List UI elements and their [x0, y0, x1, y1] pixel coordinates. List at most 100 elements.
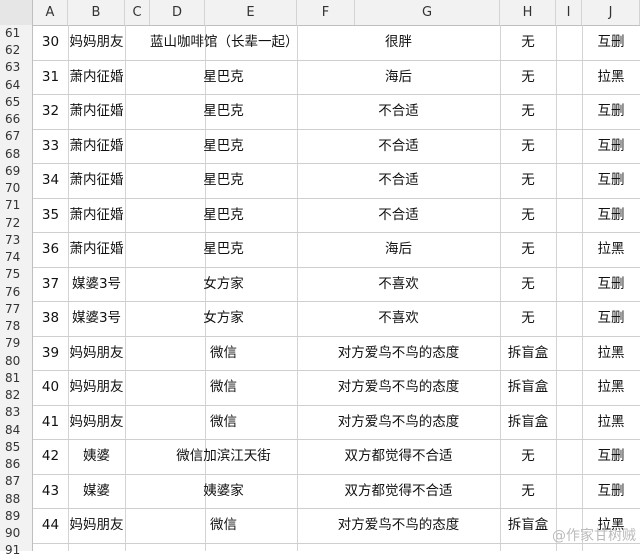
row-number[interactable]: 80	[0, 353, 32, 370]
cell-reason[interactable]: 海后	[297, 60, 500, 95]
cell-result[interactable]: 互删	[582, 267, 640, 302]
cell-index[interactable]: 31	[33, 60, 68, 95]
cell-location[interactable]: 女方家	[150, 267, 297, 302]
cell-gift[interactable]: 无	[500, 25, 556, 60]
row-number[interactable]: 85	[0, 439, 32, 456]
cell-source[interactable]: 萧内征婚	[68, 129, 125, 164]
cell-result[interactable]: 拉黑	[582, 60, 640, 95]
cell-source[interactable]: 萧内征婚	[68, 94, 125, 129]
column-header-b[interactable]: B	[68, 0, 125, 25]
row-number[interactable]: 77	[0, 301, 32, 318]
row-number[interactable]: 83	[0, 404, 32, 421]
row-number[interactable]: 71	[0, 197, 32, 214]
row-number[interactable]: 74	[0, 249, 32, 266]
row-number[interactable]: 73	[0, 232, 32, 249]
cell-result[interactable]: 互删	[582, 301, 640, 336]
cell-result[interactable]: 拉黑	[582, 232, 640, 267]
cell-index[interactable]: 40	[33, 370, 68, 405]
row-number[interactable]: 69	[0, 163, 32, 180]
row-number[interactable]: 64	[0, 77, 32, 94]
cell-result[interactable]: 拉黑	[582, 370, 640, 405]
row-number[interactable]: 63	[0, 59, 32, 76]
cell-index[interactable]: 32	[33, 94, 68, 129]
cell-reason[interactable]: 不合适	[297, 163, 500, 198]
row-number[interactable]: 62	[0, 42, 32, 59]
column-header-a[interactable]: A	[33, 0, 68, 25]
cell-source[interactable]: 妈妈朋友	[68, 370, 125, 405]
cell-reason[interactable]: 很胖	[297, 25, 500, 60]
cell-location[interactable]: 微信加滨江天街	[150, 439, 297, 474]
cell-grid[interactable]: 30 妈妈朋友 蓝山咖啡馆（长辈一起） 很胖无互删 31 萧内征婚 星巴克 海后无拉黑 32 萧内…	[33, 25, 640, 551]
cell-gift[interactable]: 无	[500, 94, 556, 129]
cell-source[interactable]: 妈妈朋友	[68, 336, 125, 371]
cell-reason[interactable]: 海后	[297, 232, 500, 267]
cell-result[interactable]: 互删	[582, 94, 640, 129]
cell-reason[interactable]: 对方爱鸟不鸟的态度	[297, 508, 500, 543]
cell-gift[interactable]: 无	[500, 129, 556, 164]
row-number[interactable]: 72	[0, 215, 32, 232]
column-header-h[interactable]: H	[500, 0, 556, 25]
row-number[interactable]: 82	[0, 387, 32, 404]
row-number[interactable]: 67	[0, 128, 32, 145]
column-header-i[interactable]: I	[556, 0, 582, 25]
cell-index[interactable]: 35	[33, 198, 68, 233]
cell-reason[interactable]: 不喜欢	[297, 267, 500, 302]
row-number[interactable]: 81	[0, 370, 32, 387]
cell-result[interactable]: 互删	[582, 129, 640, 164]
cell-source[interactable]: 萧内征婚	[68, 232, 125, 267]
cell-gift[interactable]: 拆盲盒	[500, 370, 556, 405]
row-number[interactable]: 89	[0, 508, 32, 525]
cell-gift[interactable]: 拆盲盒	[500, 405, 556, 440]
cell-source[interactable]: 姨婆	[68, 439, 125, 474]
cell-index[interactable]: 38	[33, 301, 68, 336]
row-number[interactable]: 65	[0, 94, 32, 111]
row-number[interactable]: 70	[0, 180, 32, 197]
cell-result[interactable]: 互删	[582, 439, 640, 474]
cell-reason[interactable]: 不合适	[297, 129, 500, 164]
cell-source[interactable]: 萧内征婚	[68, 198, 125, 233]
cell-index[interactable]: 34	[33, 163, 68, 198]
cell-location[interactable]: 星巴克	[150, 232, 297, 267]
cell-location[interactable]: 微信	[150, 336, 297, 371]
cell-result[interactable]: 拉黑	[582, 405, 640, 440]
cell-result[interactable]: 互删	[582, 25, 640, 60]
cell-source[interactable]: 媒婆3号	[68, 267, 125, 302]
column-header-f[interactable]: F	[297, 0, 355, 25]
cell-index[interactable]: 42	[33, 439, 68, 474]
cell-location[interactable]: 星巴克	[150, 198, 297, 233]
row-number[interactable]: 84	[0, 422, 32, 439]
column-header-d[interactable]: D	[150, 0, 205, 25]
row-number[interactable]: 61	[0, 25, 32, 42]
cell-gift[interactable]: 无	[500, 60, 556, 95]
cell-location[interactable]: 女方家	[150, 301, 297, 336]
cell-gift[interactable]: 无	[500, 301, 556, 336]
row-number[interactable]: 87	[0, 473, 32, 490]
cell-reason[interactable]: 双方都觉得不合适	[297, 439, 500, 474]
cell-source[interactable]: 萧内征婚	[68, 163, 125, 198]
cell-source[interactable]: 媒婆	[68, 474, 125, 509]
cell-reason[interactable]: 不喜欢	[297, 301, 500, 336]
row-number[interactable]: 88	[0, 491, 32, 508]
cell-index[interactable]: 43	[33, 474, 68, 509]
cell-reason[interactable]: 对方爱鸟不鸟的态度	[297, 370, 500, 405]
column-header-j[interactable]: J	[582, 0, 640, 25]
cell-location[interactable]: 姨婆家	[150, 474, 297, 509]
cell-index[interactable]: 33	[33, 129, 68, 164]
cell-location[interactable]: 微信	[150, 370, 297, 405]
cell-gift[interactable]: 拆盲盒	[500, 508, 556, 543]
cell-source[interactable]: 萧内征婚	[68, 60, 125, 95]
cell-result[interactable]: 互删	[582, 163, 640, 198]
cell-gift[interactable]: 无	[500, 439, 556, 474]
cell-result[interactable]: 拉黑	[582, 336, 640, 371]
row-number[interactable]: 90	[0, 525, 32, 542]
cell-result[interactable]: 互删	[582, 198, 640, 233]
cell-index[interactable]: 36	[33, 232, 68, 267]
column-header-c[interactable]: C	[125, 0, 150, 25]
cell-source[interactable]: 媒婆3号	[68, 301, 125, 336]
cell-index[interactable]: 39	[33, 336, 68, 371]
cell-reason[interactable]: 不合适	[297, 94, 500, 129]
cell-location[interactable]: 星巴克	[150, 129, 297, 164]
cell-location[interactable]: 蓝山咖啡馆（长辈一起）	[150, 25, 297, 60]
cell-reason[interactable]: 对方爱鸟不鸟的态度	[297, 405, 500, 440]
row-number[interactable]: 68	[0, 146, 32, 163]
